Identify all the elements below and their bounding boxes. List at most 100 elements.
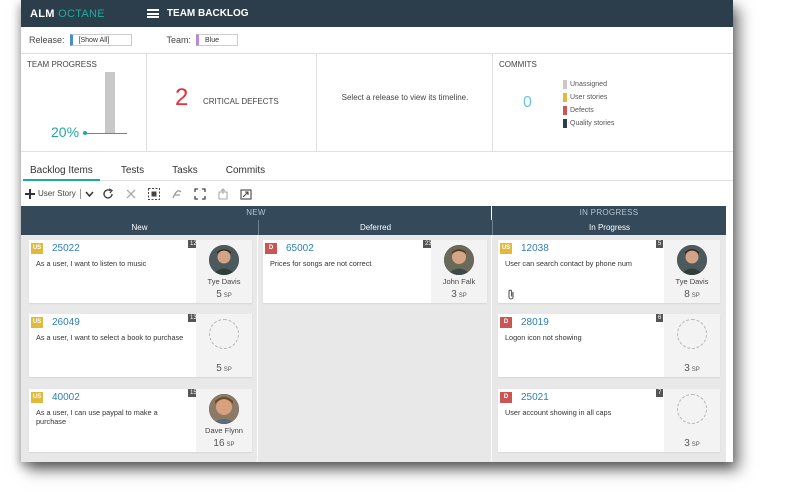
dashboard-widgets: TEAM PROGRESS 20% 2 CRITICAL DEFECTS Sel…	[21, 54, 733, 152]
story-points: 5 SP	[196, 363, 252, 374]
item-title: User account showing in all caps	[505, 408, 612, 417]
progress-marker-line	[85, 133, 127, 134]
backlog-card[interactable]: D 25021 User account showing in all caps…	[498, 389, 720, 452]
legend-label: Unassigned	[570, 81, 607, 88]
tab-bar: Backlog Items Tests Tasks Commits	[21, 152, 733, 181]
commits-legend: Unassigned User stories Defects Quality …	[563, 78, 614, 130]
add-user-story-button[interactable]: User Story	[23, 184, 78, 204]
item-id-link[interactable]: 26049	[52, 317, 80, 328]
item-rank: 7	[656, 389, 664, 397]
story-points-value: 3	[684, 363, 690, 374]
group-header-in-progress: IN PROGRESS	[492, 206, 726, 220]
column-header-new: New	[21, 220, 258, 235]
add-item-dropdown[interactable]	[83, 184, 97, 204]
item-type-badge: US	[31, 392, 43, 403]
owner-panel: 5 SP	[196, 314, 252, 377]
commits-title: COMMITS	[499, 60, 537, 69]
move-icon	[218, 187, 228, 200]
critical-defects-widget[interactable]: 2 CRITICAL DEFECTS	[147, 54, 317, 151]
commits-widget[interactable]: COMMITS 0 Unassigned User stories Defect…	[493, 54, 733, 151]
owner-avatar[interactable]	[209, 245, 239, 275]
select-all-button[interactable]	[143, 184, 166, 204]
item-id-link[interactable]: 25021	[521, 392, 549, 403]
team-progress-title: TEAM PROGRESS	[27, 60, 97, 69]
story-points: 3 SP	[431, 289, 487, 300]
tab-tasks[interactable]: Tasks	[165, 165, 205, 180]
logo-light: OCTANE	[58, 7, 105, 20]
legend-quality-stories: Quality stories	[563, 117, 614, 130]
unassigned-avatar[interactable]	[677, 319, 707, 349]
story-points-unit: SP	[691, 442, 700, 448]
backlog-card[interactable]: D 65002 Prices for songs are not correct…	[263, 240, 487, 303]
attachment-icon[interactable]	[507, 289, 515, 300]
backlog-card[interactable]: D 28019 Logon icon not showing 6 3 SP	[498, 314, 720, 377]
legend-label: Quality stories	[570, 120, 615, 127]
item-title: User can search contact by phone num	[505, 259, 632, 268]
item-rank: 6	[656, 314, 664, 322]
delete-button[interactable]	[120, 184, 143, 204]
hamburger-menu-icon[interactable]	[146, 9, 159, 18]
story-points-unit: SP	[226, 442, 235, 448]
item-id-link[interactable]: 28019	[521, 317, 549, 328]
backlog-card[interactable]: US 40002 As a user, I can use paypal to …	[29, 389, 252, 452]
team-filter-select[interactable]: Blue	[196, 34, 239, 46]
move-button[interactable]	[212, 184, 235, 204]
owner-panel: 3 SP	[664, 389, 720, 452]
item-id-link[interactable]: 25022	[52, 243, 80, 254]
person-photo-icon	[209, 245, 239, 275]
backlog-card[interactable]: US 25022 As a user, I want to listen to …	[29, 240, 252, 303]
story-points-unit: SP	[223, 367, 232, 373]
add-item-label: User Story	[38, 189, 76, 198]
item-type-badge: US	[31, 317, 43, 328]
legend-unassigned: Unassigned	[563, 78, 614, 91]
tab-backlog-items[interactable]: Backlog Items	[23, 165, 100, 181]
item-type-badge: D	[500, 392, 512, 403]
team-progress-widget[interactable]: TEAM PROGRESS 20%	[21, 54, 147, 151]
person-photo-icon	[444, 245, 474, 275]
toolbar-separator	[79, 188, 81, 199]
refresh-button[interactable]	[97, 184, 120, 204]
legend-swatch	[563, 106, 567, 115]
story-points-value: 8	[684, 289, 690, 300]
owner-avatar[interactable]	[677, 245, 707, 275]
legend-user-stories: User stories	[563, 91, 614, 104]
progress-percent: 20%	[51, 124, 80, 140]
column-header-in-progress: In Progress	[492, 220, 726, 235]
item-id-link[interactable]: 12038	[521, 243, 549, 254]
unassigned-avatar[interactable]	[677, 394, 707, 424]
tab-commits[interactable]: Commits	[219, 165, 272, 180]
item-title: Logon icon not showing	[505, 333, 582, 342]
assign-button[interactable]	[166, 184, 189, 204]
owner-panel: Dave Flynn 16 SP	[196, 389, 252, 452]
owner-panel: Tye Davis 5 SP	[196, 240, 252, 303]
critical-defects-count: 2	[175, 84, 189, 111]
backlog-card[interactable]: US 26049 As a user, I want to select a b…	[29, 314, 252, 377]
tab-tests[interactable]: Tests	[114, 165, 151, 180]
kanban-board: NEW IN PROGRESS New Deferred In Progress…	[21, 206, 729, 462]
backlog-card[interactable]: US 12038 User can search contact by phon…	[498, 240, 720, 303]
refresh-icon	[103, 187, 114, 199]
owner-avatar[interactable]	[209, 394, 239, 424]
expand-button[interactable]	[189, 184, 212, 204]
owner-name: Tye Davis	[675, 277, 709, 286]
plus-icon	[25, 188, 35, 199]
release-filter-select[interactable]: [Show All]	[69, 34, 132, 46]
unassigned-avatar[interactable]	[209, 319, 239, 349]
logo-bold: ALM	[30, 7, 55, 20]
export-icon	[240, 188, 252, 200]
export-button[interactable]	[235, 184, 258, 204]
owner-avatar[interactable]	[444, 245, 474, 275]
item-id-link[interactable]: 40002	[52, 392, 80, 403]
filter-bar: Release: [Show All] Team: Blue	[21, 27, 733, 54]
release-filter-label: Release:	[29, 35, 65, 45]
story-points: 16 SP	[196, 438, 252, 449]
item-id-link[interactable]: 65002	[286, 243, 314, 254]
app-logo[interactable]: ALM OCTANE	[30, 8, 105, 20]
story-points-unit: SP	[691, 293, 700, 299]
item-type-badge: D	[265, 243, 277, 254]
timeline-message: Select a release to view its timeline.	[341, 93, 469, 102]
item-title: As a user, I want to select a book to pu…	[36, 333, 184, 342]
chevron-down-icon	[85, 191, 94, 197]
item-title: Prices for songs are not correct	[270, 259, 372, 268]
board-edge	[726, 206, 729, 462]
